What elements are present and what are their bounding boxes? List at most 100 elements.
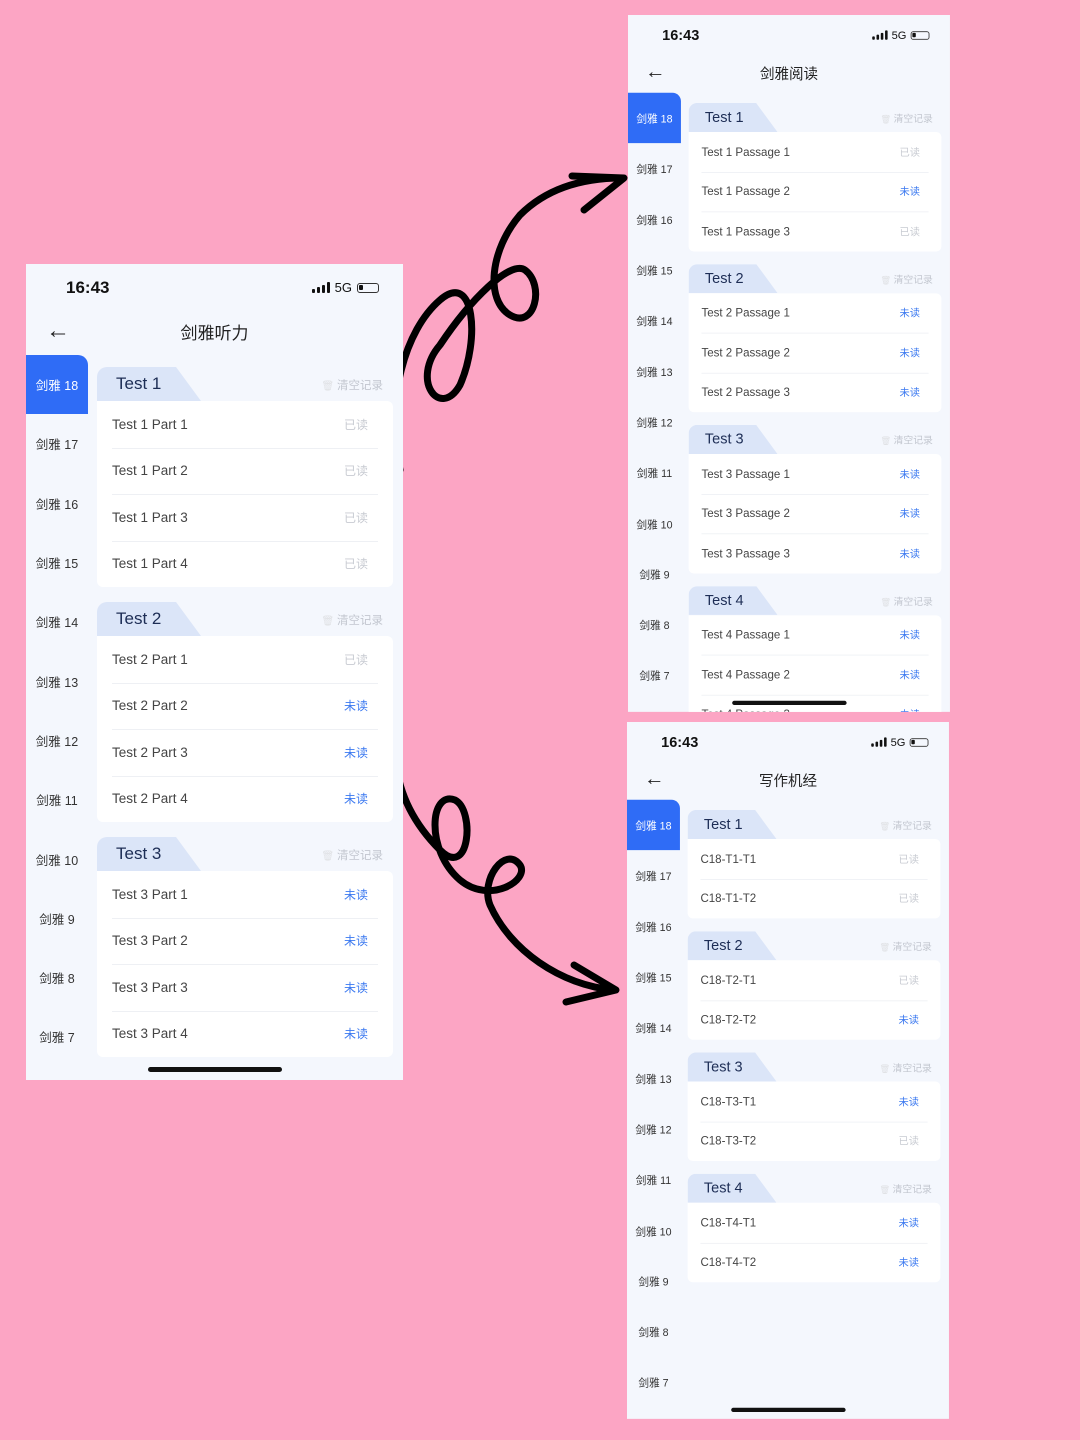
- list-item[interactable]: Test 3 Passage 2 未读: [689, 493, 942, 534]
- clear-records-button[interactable]: 🗑 清空记录: [322, 612, 383, 628]
- clear-records-button[interactable]: 🗑 清空记录: [879, 819, 932, 833]
- sidebar-item-剑雅14[interactable]: 剑雅 14: [628, 295, 681, 346]
- sidebar-item-剑雅8[interactable]: 剑雅 8: [627, 1306, 680, 1357]
- list-item[interactable]: Test 4 Passage 1 未读: [689, 615, 942, 655]
- list-item[interactable]: C18-T1-T2 已读: [688, 878, 941, 919]
- clear-label[interactable]: 清空记录: [893, 1064, 932, 1074]
- sidebar-item-剑雅17[interactable]: 剑雅 17: [628, 143, 681, 194]
- sidebar-item-剑雅13[interactable]: 剑雅 13: [26, 651, 88, 710]
- sidebar-item-剑雅13[interactable]: 剑雅 13: [628, 346, 681, 397]
- list-item[interactable]: Test 4 Passage 2 未读: [689, 654, 942, 695]
- sidebar-item-剑雅11[interactable]: 剑雅 11: [627, 1154, 680, 1205]
- sidebar-item-剑雅13[interactable]: 剑雅 13: [627, 1053, 680, 1104]
- clear-label[interactable]: 清空记录: [337, 850, 383, 862]
- list-item[interactable]: C18-T2-T2 未读: [688, 999, 941, 1040]
- clear-records-button[interactable]: 🗑 清空记录: [879, 1061, 932, 1075]
- list-item[interactable]: Test 2 Part 4 未读: [97, 775, 393, 823]
- sidebar-item-剑雅15[interactable]: 剑雅 15: [628, 245, 681, 296]
- trash-icon[interactable]: 🗑: [880, 115, 893, 124]
- list-item[interactable]: Test 2 Part 2 未读: [97, 682, 393, 730]
- sidebar-item-剑雅12[interactable]: 剑雅 12: [26, 711, 88, 770]
- trash-icon[interactable]: 🗑: [322, 381, 337, 392]
- list-item[interactable]: C18-T1-T1 已读: [688, 839, 941, 879]
- trash-icon[interactable]: 🗑: [880, 276, 893, 285]
- list-item[interactable]: Test 2 Passage 2 未读: [689, 332, 942, 373]
- list-item[interactable]: Test 1 Part 1 已读: [97, 401, 393, 448]
- sidebar-item-剑雅18[interactable]: 剑雅 18: [627, 799, 680, 851]
- list-item[interactable]: Test 1 Passage 1 已读: [689, 132, 942, 172]
- sidebar-item-剑雅9[interactable]: 剑雅 9: [26, 889, 88, 948]
- clear-label[interactable]: 清空记录: [893, 942, 932, 952]
- sidebar-item-剑雅17[interactable]: 剑雅 17: [627, 850, 680, 901]
- clear-label[interactable]: 清空记录: [894, 114, 933, 124]
- clear-records-button[interactable]: 🗑 清空记录: [880, 594, 933, 608]
- sidebar-item-剑雅15[interactable]: 剑雅 15: [627, 952, 680, 1003]
- trash-icon[interactable]: 🗑: [879, 822, 892, 831]
- list-item[interactable]: C18-T4-T2 未读: [688, 1242, 941, 1283]
- sidebar-item-剑雅10[interactable]: 剑雅 10: [26, 829, 88, 888]
- trash-icon[interactable]: 🗑: [880, 598, 893, 607]
- sidebar-item-剑雅14[interactable]: 剑雅 14: [26, 592, 88, 651]
- list-item[interactable]: C18-T2-T1 已读: [688, 960, 941, 1000]
- clear-label[interactable]: 清空记录: [894, 597, 933, 607]
- list-item[interactable]: Test 2 Part 3 未读: [97, 729, 393, 776]
- list-item[interactable]: Test 3 Passage 1 未读: [689, 454, 942, 494]
- list-item[interactable]: Test 3 Part 2 未读: [97, 917, 393, 965]
- trash-icon[interactable]: 🗑: [880, 437, 893, 446]
- clear-label[interactable]: 清空记录: [893, 1185, 932, 1195]
- sidebar-item-剑雅10[interactable]: 剑雅 10: [627, 1205, 680, 1256]
- trash-icon[interactable]: 🗑: [322, 616, 337, 627]
- sidebar-item-剑雅12[interactable]: 剑雅 12: [627, 1104, 680, 1155]
- list-item[interactable]: Test 2 Passage 3 未读: [689, 372, 942, 412]
- list-item[interactable]: C18-T3-T1 未读: [688, 1082, 941, 1122]
- sidebar-item-剑雅16[interactable]: 剑雅 16: [628, 194, 681, 245]
- sidebar-item-剑雅11[interactable]: 剑雅 11: [628, 447, 681, 498]
- clear-records-button[interactable]: 🗑 清空记录: [880, 433, 933, 447]
- list-item[interactable]: Test 3 Part 4 未读: [97, 1010, 393, 1058]
- sidebar-item-剑雅11[interactable]: 剑雅 11: [26, 770, 88, 829]
- clear-records-button[interactable]: 🗑 清空记录: [322, 847, 383, 863]
- clear-label[interactable]: 清空记录: [337, 615, 383, 627]
- list-item[interactable]: Test 2 Passage 1 未读: [689, 293, 942, 333]
- clear-label[interactable]: 清空记录: [894, 275, 933, 285]
- sidebar-item-剑雅7[interactable]: 剑雅 7: [26, 1007, 88, 1066]
- sidebar-item-剑雅15[interactable]: 剑雅 15: [26, 533, 88, 592]
- sidebar-item-剑雅8[interactable]: 剑雅 8: [628, 599, 681, 650]
- list-item[interactable]: Test 1 Part 2 已读: [97, 447, 393, 495]
- sidebar-item-剑雅7[interactable]: 剑雅 7: [627, 1357, 680, 1408]
- clear-label[interactable]: 清空记录: [893, 821, 932, 831]
- clear-label[interactable]: 清空记录: [337, 380, 383, 392]
- sidebar-item-剑雅18[interactable]: 剑雅 18: [628, 92, 681, 144]
- clear-records-button[interactable]: 🗑 清空记录: [880, 272, 933, 286]
- list-item[interactable]: Test 1 Passage 2 未读: [689, 171, 942, 212]
- sidebar-item-剑雅14[interactable]: 剑雅 14: [627, 1002, 680, 1053]
- sidebar-item-剑雅16[interactable]: 剑雅 16: [627, 901, 680, 952]
- clear-records-button[interactable]: 🗑 清空记录: [879, 940, 932, 954]
- trash-icon[interactable]: 🗑: [879, 1186, 892, 1195]
- trash-icon[interactable]: 🗑: [322, 851, 337, 862]
- sidebar-item-剑雅8[interactable]: 剑雅 8: [26, 948, 88, 1007]
- clear-label[interactable]: 清空记录: [894, 436, 933, 446]
- sidebar-item-剑雅16[interactable]: 剑雅 16: [26, 474, 88, 533]
- sidebar-item-剑雅9[interactable]: 剑雅 9: [628, 548, 681, 599]
- list-item[interactable]: C18-T4-T1 未读: [688, 1203, 941, 1243]
- sidebar-item-剑雅17[interactable]: 剑雅 17: [26, 414, 88, 473]
- clear-records-button[interactable]: 🗑 清空记录: [879, 1182, 932, 1196]
- clear-records-button[interactable]: 🗑 清空记录: [322, 377, 383, 393]
- list-item[interactable]: Test 1 Passage 3 已读: [689, 211, 942, 251]
- sidebar-item-剑雅7[interactable]: 剑雅 7: [628, 650, 681, 701]
- list-item[interactable]: Test 2 Part 1 已读: [97, 636, 393, 683]
- list-item[interactable]: Test 3 Passage 3 未读: [689, 533, 942, 573]
- list-item[interactable]: Test 1 Part 4 已读: [97, 540, 393, 588]
- clear-records-button[interactable]: 🗑 清空记录: [880, 112, 933, 126]
- sidebar-item-剑雅9[interactable]: 剑雅 9: [627, 1255, 680, 1306]
- list-item[interactable]: Test 3 Part 1 未读: [97, 871, 393, 918]
- trash-icon[interactable]: 🗑: [879, 1064, 892, 1073]
- list-item[interactable]: C18-T3-T2 已读: [688, 1121, 941, 1161]
- sidebar-item-剑雅18[interactable]: 剑雅 18: [26, 355, 88, 415]
- sidebar-item-剑雅10[interactable]: 剑雅 10: [628, 498, 681, 549]
- list-item[interactable]: Test 1 Part 3 已读: [97, 494, 393, 541]
- list-item[interactable]: Test 3 Part 3 未读: [97, 964, 393, 1011]
- sidebar-item-剑雅12[interactable]: 剑雅 12: [628, 397, 681, 448]
- trash-icon[interactable]: 🗑: [879, 943, 892, 952]
